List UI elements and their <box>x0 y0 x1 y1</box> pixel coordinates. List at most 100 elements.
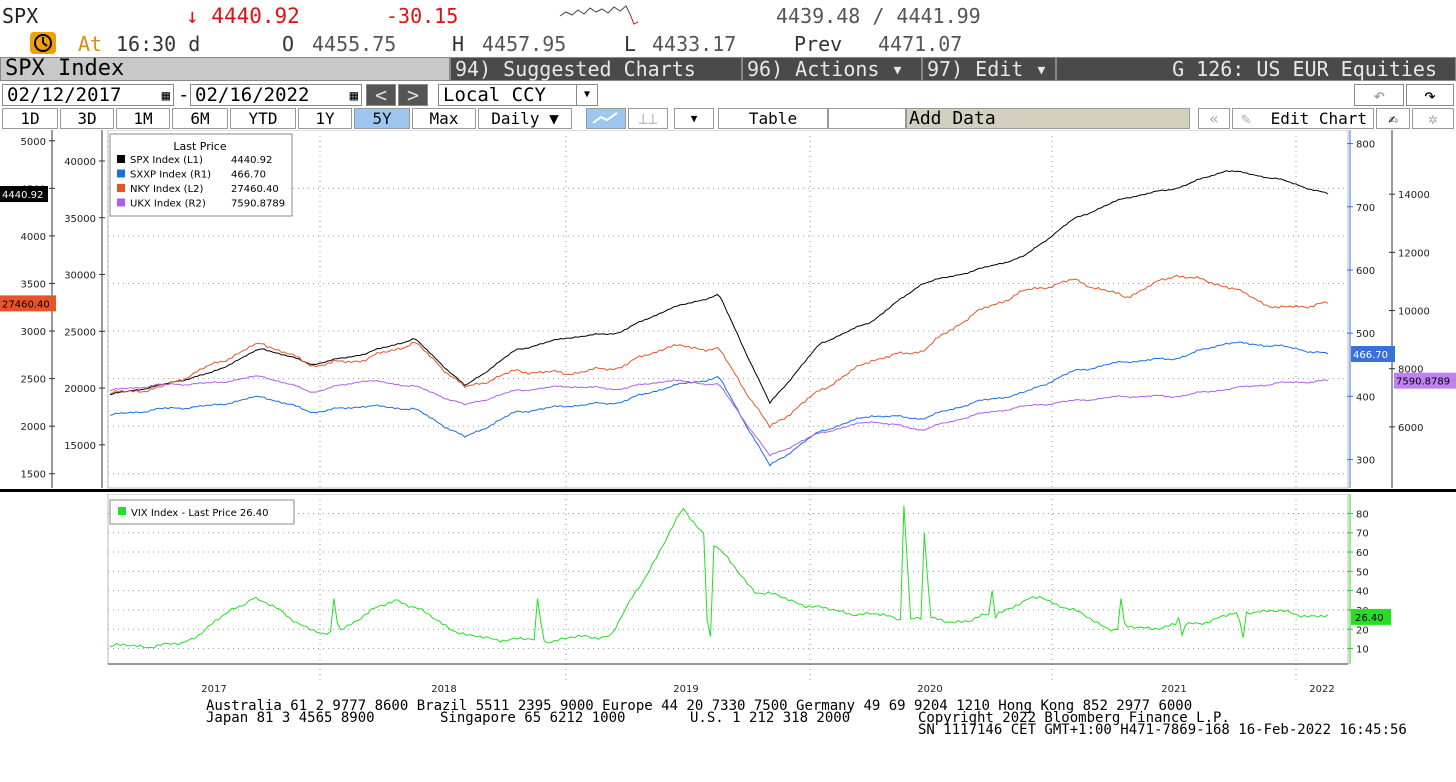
calendar-icon[interactable]: ▦ <box>162 86 170 106</box>
range-1y-button[interactable]: 1Y <box>298 108 352 129</box>
open-value: 4455.75 <box>312 32 397 56</box>
vix-tick-label: 70 <box>1356 529 1369 540</box>
axis-r1-tick-label: 400 <box>1356 392 1375 403</box>
axis-r1-tick-label: 700 <box>1356 203 1375 214</box>
table-button[interactable]: Table <box>718 108 828 129</box>
collapse-icon[interactable]: « <box>1198 108 1230 129</box>
chart-type-dropdown[interactable]: ▼ <box>674 108 714 129</box>
intraday-sparkline <box>559 5 639 25</box>
axis-l2-tick-label: 30000 <box>64 271 96 282</box>
edit-chart-label: Edit Chart <box>1270 109 1367 128</box>
vix-tick-label: 50 <box>1356 567 1369 578</box>
footer-session: SN 1117146 CET GMT+1:00 H471-7869-168 16… <box>918 722 1407 738</box>
axis-l2-tick-label: 25000 <box>64 327 96 338</box>
axis-l1-tick-label: 3500 <box>21 279 46 290</box>
range-max-button[interactable]: Max <box>412 108 476 129</box>
axis-r1-tick-label: 600 <box>1356 266 1375 277</box>
range-ytd-button[interactable]: YTD <box>230 108 296 129</box>
x-tick-label: 2017 <box>201 684 226 695</box>
range-3d-button[interactable]: 3D <box>60 108 114 129</box>
plot-area <box>107 130 1349 489</box>
quote-time: 16:30 d <box>116 32 201 56</box>
vix-chart: 1020304050607080201720182019202020212022… <box>107 494 1391 695</box>
line-chart-icon[interactable] <box>586 108 626 129</box>
start-date-input[interactable]: 02/12/2017 ▦ <box>2 84 174 106</box>
axis-l1-tick-label: 2000 <box>21 422 46 433</box>
start-date-value: 02/12/2017 <box>7 84 122 106</box>
price-change: -30.15 <box>386 4 459 28</box>
currency-select[interactable]: Local CCY ▼ <box>438 84 598 106</box>
x-tick-label: 2022 <box>1309 684 1334 695</box>
x-tick-label: 2019 <box>673 684 698 695</box>
axis-l1-tick-label: 1500 <box>21 470 46 481</box>
vix-tick-label: 40 <box>1356 587 1369 598</box>
axis-r2-tick-label: 12000 <box>1398 248 1430 259</box>
bar-chart-icon[interactable]: ⊥⊥ <box>628 108 668 129</box>
redo-button[interactable]: ↷ <box>1406 84 1454 106</box>
axis-l1-tick-label: 5000 <box>21 137 46 148</box>
pane-divider[interactable] <box>0 489 1456 492</box>
legend-value: 466.70 <box>231 170 266 181</box>
group-label[interactable]: G 126: US EUR Equities <box>1056 57 1456 81</box>
high-label: H <box>452 32 465 56</box>
axis-l2-tick-label: 35000 <box>64 214 96 225</box>
prev-period-button[interactable]: < <box>366 84 396 106</box>
bid-ask: 4439.48 / 4441.99 <box>776 4 981 28</box>
axis-l2-tick-label: 15000 <box>64 441 96 452</box>
annotate-icon[interactable]: ✍ <box>1376 108 1410 129</box>
market-status-icon <box>30 32 56 54</box>
range-5y-button[interactable]: 5Y <box>354 108 410 129</box>
legend-title: Last Price <box>173 140 226 153</box>
next-period-button[interactable]: > <box>398 84 428 106</box>
end-date-input[interactable]: 02/16/2022 ▦ <box>190 84 362 106</box>
legend-swatch <box>117 184 125 192</box>
security-field[interactable]: SPX Index <box>0 57 450 81</box>
legend-label: UKX Index (R2) <box>130 199 206 210</box>
actions-menu[interactable]: 96) Actions ▾ <box>742 57 922 81</box>
edit-menu[interactable]: 97) Edit ▾ <box>922 57 1056 81</box>
x-tick-label: 2020 <box>917 684 942 695</box>
legend-value: 27460.40 <box>231 184 279 195</box>
axis-r2-tick-label: 6000 <box>1398 423 1423 434</box>
x-tick-label: 2018 <box>431 684 456 695</box>
vix-tick-label: 20 <box>1356 625 1369 636</box>
footer-japan: Japan 81 3 4565 8900 <box>206 710 375 726</box>
range-1d-button[interactable]: 1D <box>2 108 58 129</box>
calendar-icon[interactable]: ▦ <box>350 86 358 106</box>
ukx-last-tag-text: 7590.8789 <box>1396 377 1450 388</box>
last-price: ↓ 4440.92 <box>186 4 300 28</box>
legend-label: SPX Index (L1) <box>130 155 203 166</box>
suggested-charts-button[interactable]: 94) Suggested Charts <box>450 57 742 81</box>
axis-r2-tick-label: 14000 <box>1398 190 1430 201</box>
date-separator: - <box>178 84 190 106</box>
undo-button[interactable]: ↶ <box>1354 84 1404 106</box>
pencil-icon: ✎ <box>1241 109 1251 128</box>
axis-l2-tick-label: 40000 <box>64 157 96 168</box>
frequency-select[interactable]: Daily ▼ <box>478 108 572 129</box>
spx-last-tag-text: 4440.92 <box>2 190 43 201</box>
open-label: O <box>282 32 295 56</box>
ticker: SPX <box>2 4 39 28</box>
axis-l1-tick-label: 3000 <box>21 327 46 338</box>
prev-label: Prev <box>794 32 843 56</box>
legend-value: 4440.92 <box>231 155 272 166</box>
sxxp-last-tag-text: 466.70 <box>1353 350 1388 361</box>
vix-tick-label: 80 <box>1356 509 1369 520</box>
currency-value: Local CCY <box>443 84 546 106</box>
range-1m-button[interactable]: 1M <box>116 108 170 129</box>
range-6m-button[interactable]: 6M <box>172 108 228 129</box>
edit-chart-button[interactable]: ✎ Edit Chart <box>1232 108 1374 129</box>
legend-label: SXXP Index (R1) <box>130 170 211 181</box>
axis-r1-tick-label: 500 <box>1356 329 1375 340</box>
settings-gear-icon[interactable]: ✲ <box>1412 108 1454 129</box>
chevron-down-icon[interactable]: ▼ <box>576 85 597 105</box>
legend-swatch <box>117 169 125 178</box>
last-price-value: 4440.92 <box>211 4 300 28</box>
legend-swatch <box>117 155 125 163</box>
end-date-value: 02/16/2022 <box>195 84 310 106</box>
nky-last-tag-text: 27460.40 <box>2 299 50 310</box>
add-data-input[interactable]: Add Data <box>906 108 1190 129</box>
vix-legend-label: VIX Index - Last Price 26.40 <box>131 508 269 519</box>
vix-legend-swatch <box>118 507 126 515</box>
low-label: L <box>624 32 637 56</box>
